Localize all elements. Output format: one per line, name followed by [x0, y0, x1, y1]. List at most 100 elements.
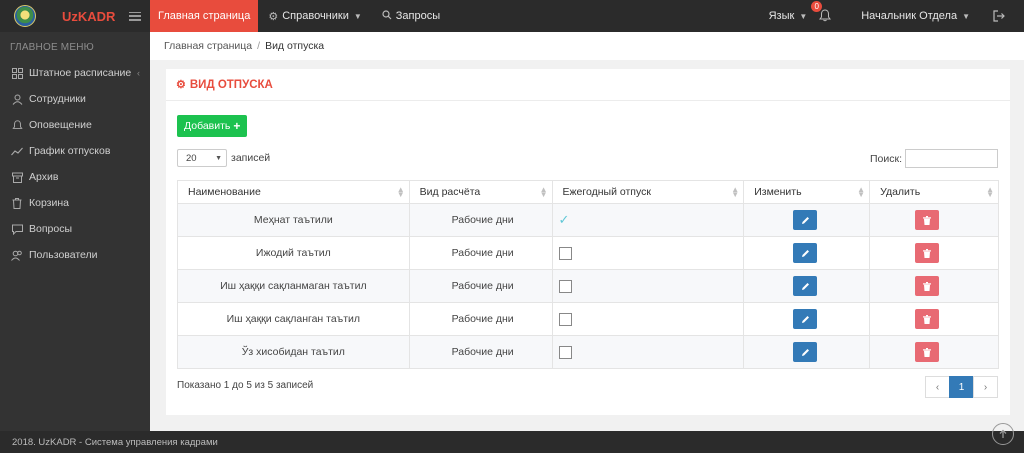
search-icon: [382, 9, 392, 23]
nav-references-label: Справочники: [282, 10, 349, 22]
nav-requests[interactable]: Запросы: [372, 0, 450, 32]
topbar-right: Язык ▼ 0 Начальник Отдела ▼: [769, 0, 1024, 32]
trash-icon: [923, 314, 932, 324]
nav-references[interactable]: ⚙ Справочники ▼: [258, 0, 371, 32]
cell-edit: [743, 269, 871, 303]
delete-button[interactable]: [915, 342, 940, 362]
sidebar: ГЛАВНОЕ МЕНЮ Штатное расписание ‹ Сотруд…: [0, 32, 150, 431]
cell-calc: Рабочие дни: [408, 236, 553, 270]
breadcrumb-home-link[interactable]: Главная страница: [164, 40, 252, 52]
sidebar-item-label: Пользователи: [29, 249, 98, 261]
chat-icon: [11, 223, 23, 235]
sidebar-item-label: Архив: [29, 171, 59, 183]
col-header-label: Наименование: [188, 186, 261, 198]
col-header-edit[interactable]: Изменить ▲ ▼: [743, 180, 871, 204]
sort-icon: ▲ ▼: [731, 185, 740, 199]
search-control: Поиск:: [870, 149, 998, 168]
search-input[interactable]: [905, 149, 998, 168]
gear-icon: ⚙: [176, 79, 186, 91]
cell-calc: Рабочие дни: [408, 302, 553, 336]
chevron-down-icon: ▼: [799, 11, 808, 21]
sidebar-item-users[interactable]: Пользователи: [0, 242, 150, 268]
col-header-annual[interactable]: Ежегодный отпуск ▲ ▼: [551, 180, 745, 204]
page-length-select[interactable]: 20 ▼: [177, 149, 227, 167]
bell-icon: [11, 119, 23, 131]
state-emblem-icon[interactable]: [14, 5, 36, 27]
cell-name: Иш ҳаққи сақланган таътил: [177, 302, 410, 336]
logout-icon[interactable]: [992, 9, 1006, 23]
sidebar-item-employees[interactable]: Сотрудники: [0, 86, 150, 112]
sidebar-item-label: Оповещение: [29, 119, 92, 131]
language-label: Язык: [768, 10, 795, 22]
table-row: Меҳнат таътили Рабочие дни ✓: [177, 203, 999, 237]
trash-icon: [923, 281, 932, 291]
sort-icon: ▲ ▼: [396, 185, 405, 199]
cell-name: Ўз хисобидан таътил: [177, 335, 410, 369]
cell-annual: ✓: [551, 203, 745, 237]
sidebar-item-vacation-schedule[interactable]: График отпусков: [0, 138, 150, 164]
prev-page-button[interactable]: ‹: [925, 376, 950, 398]
chevron-left-icon: ‹: [137, 68, 140, 78]
annual-checkbox[interactable]: [558, 279, 572, 293]
cell-delete: [869, 236, 999, 270]
sidebar-item-questions[interactable]: Вопросы: [0, 216, 150, 242]
pencil-icon: [801, 249, 809, 257]
cell-annual: [551, 302, 745, 336]
user-label: Начальник Отдела: [861, 10, 958, 22]
col-header-delete[interactable]: Удалить ▲ ▼: [869, 180, 999, 204]
archive-icon: [11, 171, 23, 183]
sidebar-item-staffing[interactable]: Штатное расписание ‹: [0, 60, 150, 86]
next-page-button[interactable]: ›: [973, 376, 998, 398]
page-button[interactable]: 1: [949, 376, 974, 398]
col-header-name[interactable]: Наименование ▲ ▼: [177, 180, 410, 204]
panel-header: ⚙ ВИД ОТПУСКА: [166, 69, 1010, 101]
edit-button[interactable]: [793, 210, 818, 230]
edit-button[interactable]: [793, 309, 818, 329]
cell-calc: Рабочие дни: [408, 335, 553, 369]
hamburger-menu-icon[interactable]: [129, 11, 142, 21]
entries-label: записей: [231, 152, 271, 164]
annual-checkbox[interactable]: [558, 312, 572, 326]
annual-checkbox[interactable]: [558, 345, 572, 359]
brand-name[interactable]: UzKADR: [62, 9, 115, 24]
language-dropdown[interactable]: Язык ▼: [769, 10, 808, 22]
page-title: ВИД ОТПУСКА: [189, 78, 273, 91]
breadcrumb-separator: /: [257, 40, 261, 52]
col-header-label: Ежегодный отпуск: [562, 186, 651, 198]
edit-button[interactable]: [793, 243, 818, 263]
sidebar-item-label: Корзина: [29, 197, 69, 209]
edit-button[interactable]: [793, 276, 818, 296]
annual-checkbox[interactable]: [558, 246, 572, 260]
delete-button[interactable]: [915, 243, 940, 263]
add-button-label: Добавить: [184, 120, 231, 132]
pencil-icon: [801, 315, 809, 323]
edit-button[interactable]: [793, 342, 818, 362]
bell-icon: [819, 9, 832, 22]
cell-annual: [551, 269, 745, 303]
user-dropdown[interactable]: Начальник Отдела ▼: [861, 10, 970, 22]
pencil-icon: [801, 348, 809, 356]
sidebar-item-label: Штатное расписание: [29, 67, 132, 79]
nav-home[interactable]: Главная страница: [150, 0, 259, 37]
breadcrumb-current: Вид отпуска: [265, 40, 325, 52]
cell-annual: [551, 236, 745, 270]
plus-icon: +: [233, 119, 241, 133]
sidebar-item-label: Сотрудники: [29, 93, 86, 105]
pencil-icon: [801, 282, 809, 290]
delete-button[interactable]: [915, 309, 940, 329]
notifications-button[interactable]: 0: [811, 1, 833, 23]
checkmark-icon: ✓: [558, 212, 570, 227]
sidebar-item-archive[interactable]: Архив: [0, 164, 150, 190]
cell-name: Иш ҳаққи сақланмаган таътил: [177, 269, 410, 303]
add-button[interactable]: Добавить +: [177, 115, 248, 137]
delete-button[interactable]: [915, 210, 940, 230]
main-nav: Главная страница ⚙ Справочники ▼ Запросы: [150, 0, 450, 37]
scroll-to-top-button[interactable]: [992, 423, 1014, 445]
delete-button[interactable]: [915, 276, 940, 296]
sidebar-item-notifications[interactable]: Оповещение: [0, 112, 150, 138]
vacation-types-table: Наименование ▲ ▼ Вид расчёта ▲ ▼ Ежегодный о…: [177, 180, 999, 369]
col-header-calc[interactable]: Вид расчёта ▲ ▼: [408, 180, 553, 204]
col-header-label: Удалить: [880, 186, 921, 198]
gear-icon: ⚙: [268, 10, 279, 23]
sidebar-item-trash[interactable]: Корзина: [0, 190, 150, 216]
